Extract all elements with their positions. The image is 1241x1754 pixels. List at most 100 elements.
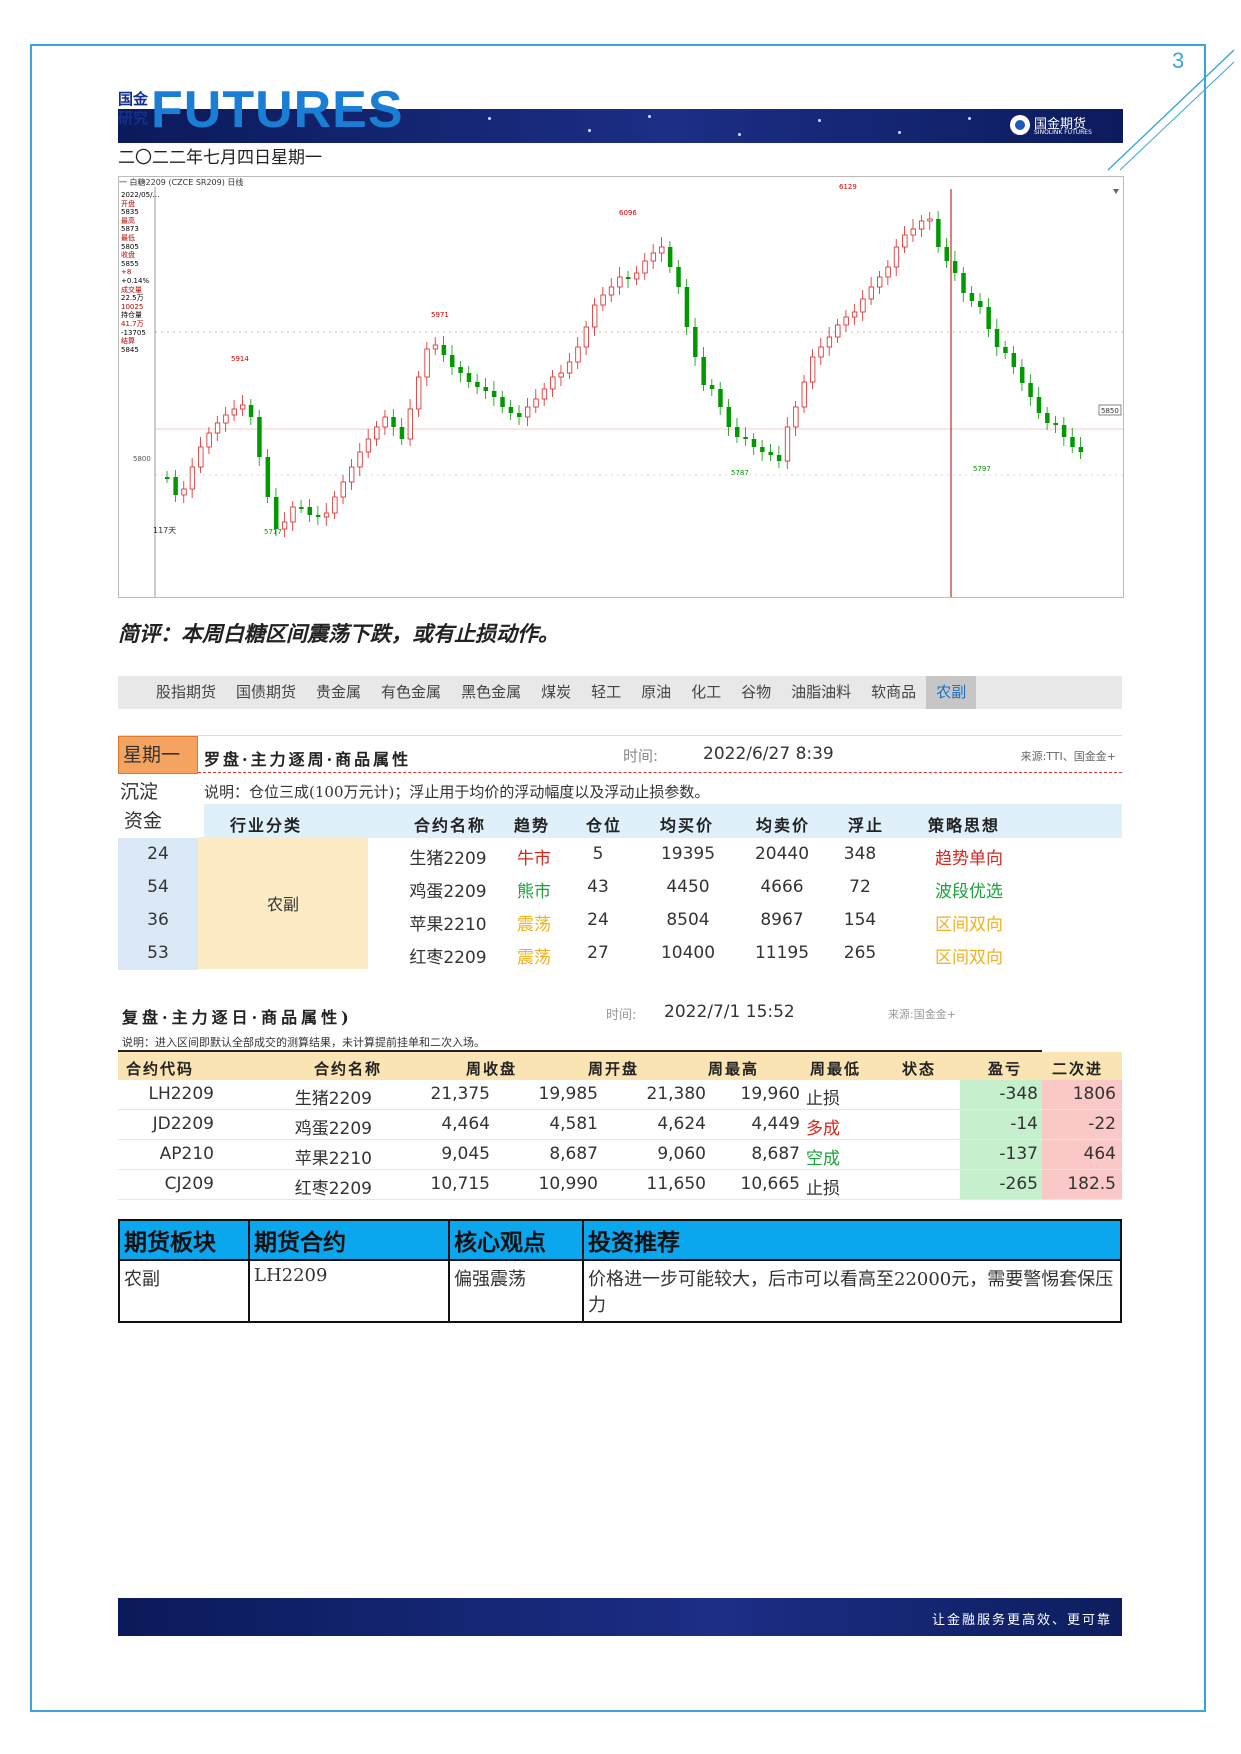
candle — [693, 318, 698, 366]
tab-2[interactable]: 贵金属 — [306, 676, 371, 709]
candle — [918, 215, 925, 237]
cell-trend: 熊市 — [517, 882, 551, 902]
cell-pos: 24 — [587, 910, 609, 930]
candle — [223, 407, 229, 432]
cell-high: 9,060 — [657, 1144, 706, 1164]
tab-0[interactable]: 股指期货 — [146, 676, 226, 709]
tab-10[interactable]: 油脂油料 — [781, 676, 861, 709]
col-header: 趋势 — [514, 816, 551, 835]
candle — [784, 417, 791, 469]
candle — [323, 503, 330, 526]
candle — [1019, 359, 1025, 391]
rec-sector: 农副 — [120, 1260, 250, 1321]
price-annotation: 6096 — [619, 209, 637, 217]
cell-trend: 牛市 — [517, 849, 551, 869]
tab-4[interactable]: 黑色金属 — [451, 676, 531, 709]
price-annotation: 5914 — [231, 355, 249, 363]
cell-open: 10,990 — [538, 1174, 598, 1194]
candle — [851, 304, 858, 325]
candle — [466, 366, 472, 388]
cell-strategy: 区间双向 — [935, 948, 1003, 968]
candle — [734, 418, 740, 443]
candle — [718, 382, 723, 415]
tab-7[interactable]: 原油 — [631, 676, 681, 709]
candle — [676, 260, 681, 294]
tab-5[interactable]: 煤炭 — [531, 676, 581, 709]
tab-9[interactable]: 谷物 — [731, 676, 781, 709]
cell-trend: 震荡 — [517, 915, 551, 935]
col-header: 合约名称 — [414, 816, 487, 835]
tab-12[interactable]: 农副 — [926, 676, 977, 709]
candle — [952, 251, 958, 281]
table2-title: 复盘·主力逐日·商品属性) — [122, 1008, 353, 1027]
col-header: 周最高 — [708, 1060, 760, 1078]
candle — [231, 400, 237, 421]
candle — [214, 416, 221, 441]
cell-sell: 8967 — [760, 910, 804, 930]
cell-stop: 348 — [843, 844, 877, 864]
cell-low: 4,449 — [751, 1114, 800, 1134]
candle — [885, 260, 891, 285]
candle — [1061, 417, 1067, 446]
cell-pos: 5 — [592, 844, 604, 864]
day-label: 星期一 — [118, 736, 198, 774]
table2-note: 说明：进入区间即默认全部成交的测算结果，未计算提前挂单和二次入场。 — [122, 1036, 485, 1049]
candle — [826, 327, 833, 356]
candle — [701, 347, 706, 391]
cell-second: 182.5 — [1067, 1174, 1116, 1194]
candle — [348, 459, 355, 490]
cell-high: 21,380 — [646, 1084, 706, 1104]
rec-contract: LH2209 — [249, 1260, 450, 1321]
candle — [684, 279, 690, 335]
cell-second: -22 — [1088, 1114, 1116, 1134]
tab-3[interactable]: 有色金属 — [371, 676, 451, 709]
capital-cell: 24 — [118, 838, 198, 871]
cell-high: 4,624 — [657, 1114, 706, 1134]
candle — [525, 398, 531, 426]
candle — [608, 278, 615, 302]
tab-6[interactable]: 轻工 — [581, 676, 631, 709]
candle — [835, 319, 841, 343]
cell-low: 19,960 — [740, 1084, 800, 1104]
candle — [307, 499, 312, 522]
candle — [281, 512, 288, 537]
candle — [382, 410, 388, 435]
candle — [475, 374, 480, 394]
cell-sell: 4666 — [760, 877, 804, 897]
candle — [491, 381, 497, 406]
candle — [257, 410, 262, 466]
table-row: LH2209 生猪2209 21,375 19,985 21,380 19,960 止损 -3… — [118, 1080, 1122, 1110]
candle — [617, 267, 623, 295]
capital-cell: 53 — [118, 937, 198, 970]
tab-1[interactable]: 国债期货 — [226, 676, 306, 709]
capital-cell: 36 — [118, 904, 198, 937]
candle — [424, 342, 430, 386]
cell-name: 鸡蛋2209 — [294, 1119, 372, 1139]
col-header: 合约代码 — [126, 1060, 195, 1078]
candle — [517, 405, 522, 425]
logo-chinese: 国金 研究 — [118, 90, 149, 127]
cell-code: JD2209 — [152, 1114, 214, 1134]
level-label: 5850 — [1101, 407, 1119, 415]
candle — [642, 253, 648, 280]
candle — [633, 266, 640, 285]
cell-buy: 4450 — [666, 877, 710, 897]
candle — [1003, 341, 1008, 359]
candle — [533, 389, 539, 413]
candle — [944, 238, 950, 268]
tab-11[interactable]: 软商品 — [861, 676, 926, 709]
candle — [592, 298, 598, 336]
candle — [458, 361, 463, 382]
candle — [240, 395, 246, 416]
table1-time: 2022/6/27 8:39 — [703, 744, 834, 764]
candle — [332, 491, 338, 519]
table-row: JD2209 鸡蛋2209 4,464 4,581 4,624 4,449 多成 -14 -22 — [118, 1110, 1122, 1140]
tab-8[interactable]: 化工 — [681, 676, 731, 709]
cell-status: 止损 — [806, 1179, 840, 1199]
chart-scroll-arrow[interactable] — [1113, 189, 1119, 194]
left-label-1: 沉淀 — [120, 781, 159, 803]
report-date: 二〇二二年七月四日星期一 — [118, 148, 322, 168]
cell-pos: 43 — [587, 877, 609, 897]
candle — [566, 353, 573, 379]
candle — [893, 239, 900, 276]
